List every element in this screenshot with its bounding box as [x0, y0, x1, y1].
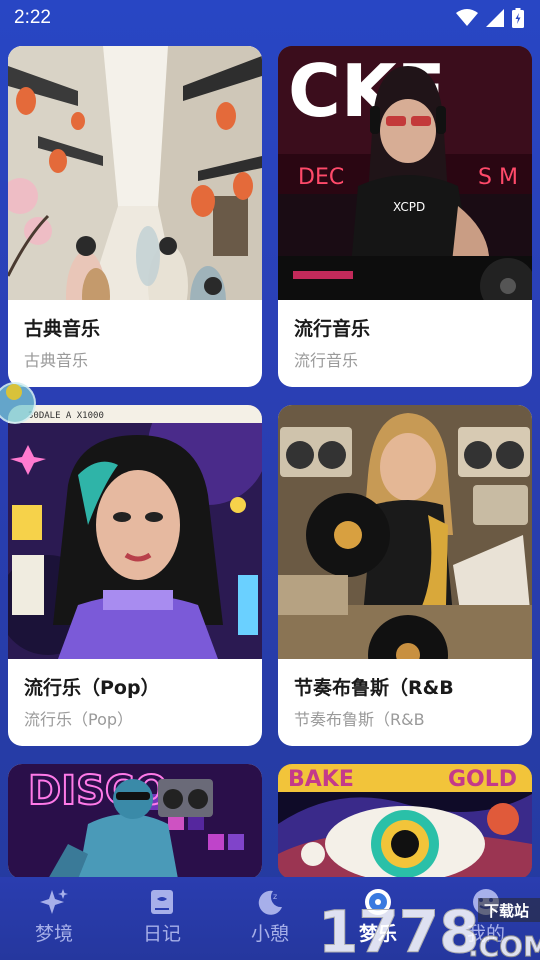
nav-item-diary[interactable]: 日记	[112, 887, 212, 947]
nav-label: 梦乐	[358, 923, 397, 945]
nav-item-mine[interactable]: 我的	[436, 887, 536, 947]
card-title: 古典音乐	[24, 318, 101, 340]
moon-icon: z	[255, 887, 285, 917]
category-card-rnb[interactable]: 节奏布鲁斯（R&B 节奏布鲁斯（R&B	[278, 405, 532, 746]
status-time: 2:22	[14, 7, 51, 28]
card-title: 节奏布鲁斯（R&B	[294, 677, 454, 699]
floating-badge-icon	[6, 384, 22, 400]
wifi-icon	[456, 9, 478, 26]
battery-icon	[512, 8, 524, 28]
card-subtitle: 流行音乐	[294, 351, 359, 370]
face-icon	[471, 887, 501, 917]
svg-text:z: z	[273, 892, 277, 901]
svg-text:XCPD: XCPD	[393, 200, 425, 214]
category-card-classical[interactable]: 古典音乐 古典音乐	[8, 46, 262, 387]
music-disc-icon	[363, 887, 393, 917]
svg-text:GOLD: GOLD	[448, 767, 517, 792]
card-subtitle: 节奏布鲁斯（R&B	[294, 710, 425, 729]
card-subtitle: 古典音乐	[24, 351, 89, 370]
category-card-pop[interactable]: 30DALE A X1000 流行乐（Pop） 流行乐（Pop）	[8, 405, 262, 746]
svg-text:S M: S M	[478, 165, 518, 190]
classical-cover-image	[8, 46, 262, 300]
pop-music-cover-image: CKE DEC S M XCPD	[278, 46, 532, 300]
card-title: 流行音乐	[294, 318, 371, 340]
pop-cover-image: 30DALE A X1000	[8, 405, 262, 659]
nav-item-dream[interactable]: 梦境	[4, 887, 104, 947]
music-category-grid: 古典音乐 古典音乐 CKE DEC S M XCPD 流行音乐 流行音乐 30D…	[8, 46, 532, 879]
sparkle-icon	[39, 887, 69, 917]
category-card-pop-music[interactable]: CKE DEC S M XCPD 流行音乐 流行音乐	[278, 46, 532, 387]
svg-text:BAKE: BAKE	[288, 767, 354, 792]
nav-item-nap[interactable]: z 小憩	[220, 887, 320, 947]
rnb-cover-image	[278, 405, 532, 659]
nav-item-music[interactable]: 梦乐	[328, 887, 428, 947]
card-title: 流行乐（Pop）	[24, 677, 160, 699]
signal-icon	[486, 9, 504, 27]
status-bar: 2:22	[0, 0, 540, 36]
svg-text:30DALE A X1000: 30DALE A X1000	[28, 411, 104, 421]
nav-label: 日记	[142, 923, 181, 945]
nav-label: 我的	[466, 923, 505, 945]
book-icon	[147, 887, 177, 917]
category-card-psychedelic[interactable]: BAKE GOLD	[278, 764, 532, 879]
nav-label: 小憩	[250, 923, 289, 945]
psychedelic-cover-image: BAKE GOLD	[278, 764, 532, 879]
bottom-navigation: 梦境 日记 z 小憩 梦乐 我的	[0, 877, 540, 960]
status-icons	[456, 8, 524, 28]
card-subtitle: 流行乐（Pop）	[24, 710, 134, 729]
svg-text:DEC: DEC	[298, 165, 344, 190]
disco-cover-image: DISCO	[8, 764, 262, 879]
nav-label: 梦境	[34, 923, 73, 945]
category-card-disco[interactable]: DISCO	[8, 764, 262, 879]
